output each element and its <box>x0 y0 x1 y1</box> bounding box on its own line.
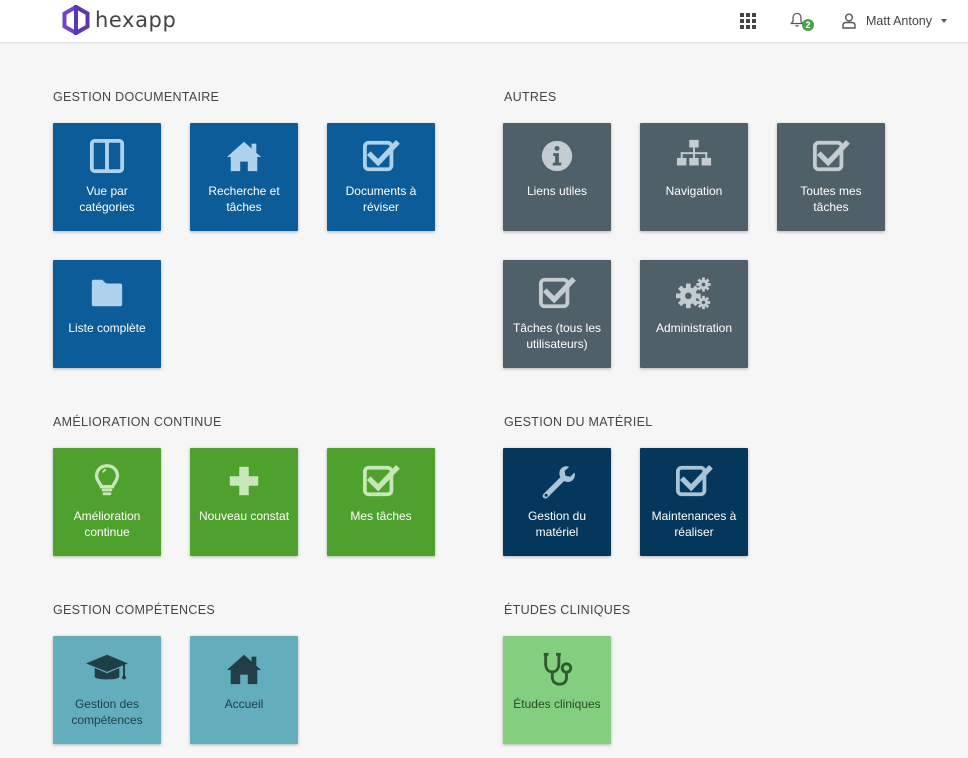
check-square-icon <box>362 463 400 499</box>
section-title-etudes-cliniques: ÉTUDES CLINIQUES <box>504 603 631 617</box>
section-title-autres: AUTRES <box>504 90 557 104</box>
tile-nouveau-constat[interactable]: Nouveau constat <box>190 448 298 556</box>
tile-label: Toutes mes tâches <box>800 184 862 214</box>
apps-grid-icon[interactable] <box>740 13 756 29</box>
tile-gestion-des-competences[interactable]: Gestion des compétences <box>53 636 161 744</box>
tile-label: Gestion des compétences <box>71 697 143 727</box>
columns-icon <box>89 138 125 174</box>
tile-label: Amélioration continue <box>73 509 141 539</box>
plus-icon <box>229 466 259 496</box>
check-square-icon <box>538 275 576 311</box>
user-menu[interactable]: Matt Antony <box>842 13 948 29</box>
tile-label: Liste complète <box>68 321 146 335</box>
tile-label: Mes tâches <box>350 509 412 523</box>
tile-navigation[interactable]: Navigation <box>640 123 748 231</box>
logo-text: hexapp <box>95 8 177 32</box>
tile-label: Liens utiles <box>526 184 588 198</box>
tile-label: Vue par catégories <box>79 184 135 214</box>
tile-label: Recherche et tâches <box>208 184 280 214</box>
app-logo[interactable]: hexapp <box>62 5 176 35</box>
notifications-button[interactable]: 2 <box>790 11 816 33</box>
tile-etudes-cliniques[interactable]: Études cliniques <box>503 636 611 744</box>
section-title-gestion-documentaire: GESTION DOCUMENTAIRE <box>53 90 220 104</box>
notification-count-badge: 2 <box>802 19 814 31</box>
tile-label: Navigation <box>665 184 723 198</box>
stethoscope-icon <box>543 652 573 686</box>
tile-amelioration-continue[interactable]: Amélioration continue <box>53 448 161 556</box>
hexagon-logo-icon <box>62 5 90 35</box>
tile-documents-a-reviser[interactable]: Documents à réviser <box>327 123 435 231</box>
section-title-amelioration-continue: AMÉLIORATION CONTINUE <box>53 415 222 429</box>
tile-liens-utiles[interactable]: Liens utiles <box>503 123 611 231</box>
user-name: Matt Antony <box>866 14 933 28</box>
tile-vue-par-categories[interactable]: Vue par catégories <box>53 123 161 231</box>
section-title-gestion-competences: GESTION COMPÉTENCES <box>53 603 215 617</box>
check-square-icon <box>675 463 713 499</box>
tile-label: Nouveau constat <box>198 509 290 523</box>
tile-taches-tous-utilisateurs[interactable]: Tâches (tous les utilisateurs) <box>503 260 611 368</box>
sitemap-icon <box>676 139 712 166</box>
tile-gestion-du-materiel[interactable]: Gestion du matériel <box>503 448 611 556</box>
tile-mes-taches[interactable]: Mes tâches <box>327 448 435 556</box>
gears-icon <box>676 277 711 310</box>
tile-label: Études cliniques <box>513 697 601 711</box>
info-circle-icon <box>541 140 573 172</box>
tile-label: Tâches (tous les utilisateurs) <box>512 321 602 351</box>
check-square-icon <box>812 138 850 174</box>
tile-recherche-et-taches[interactable]: Recherche et tâches <box>190 123 298 231</box>
tile-label: Documents à réviser <box>345 184 417 214</box>
folder-icon <box>91 279 123 307</box>
section-title-gestion-materiel: GESTION DU MATÉRIEL <box>504 415 653 429</box>
check-square-icon <box>362 138 400 174</box>
tile-liste-complete[interactable]: Liste complète <box>53 260 161 368</box>
home-icon <box>225 651 263 687</box>
top-navigation-bar: hexapp 2 Matt Antony <box>0 0 968 43</box>
tile-maintenances-a-realiser[interactable]: Maintenances à réaliser <box>640 448 748 556</box>
lightbulb-icon <box>94 464 120 496</box>
tile-administration[interactable]: Administration <box>640 260 748 368</box>
user-icon <box>842 13 856 29</box>
tile-label: Accueil <box>224 697 264 711</box>
chevron-down-icon <box>941 19 948 23</box>
home-icon <box>225 138 263 174</box>
graduation-cap-icon <box>86 654 128 680</box>
tile-label: Maintenances à réaliser <box>651 509 737 539</box>
wrench-icon <box>542 466 575 499</box>
tile-toutes-mes-taches[interactable]: Toutes mes tâches <box>777 123 885 231</box>
tile-label: Administration <box>655 321 733 335</box>
tile-label: Gestion du matériel <box>527 509 587 539</box>
tile-accueil[interactable]: Accueil <box>190 636 298 744</box>
